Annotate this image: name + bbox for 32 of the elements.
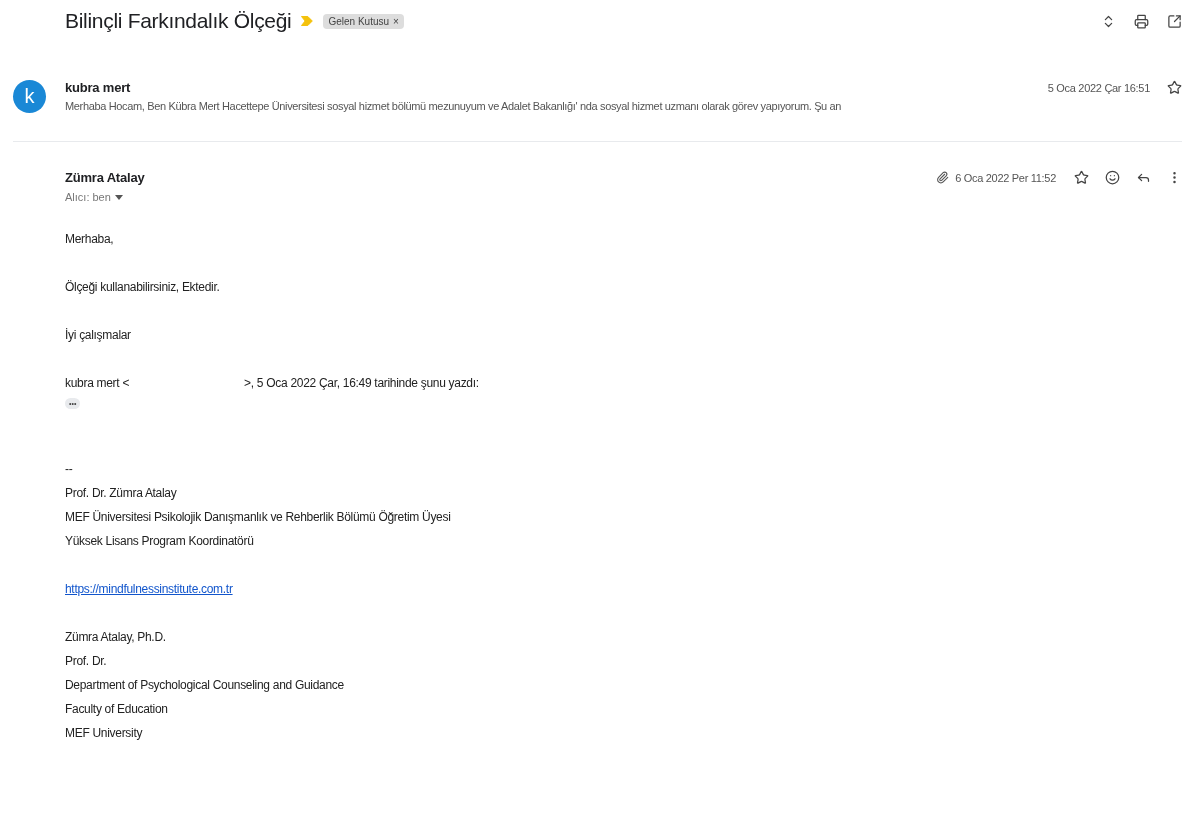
- message-snippet[interactable]: Merhaba Hocam, Ben Kübra Mert Hacettepe Üniversitesi sosyal hizmet bölümü mezunuyum ve Adalet Bakanlığı' nda sosyal hizmet uzmanı olarak görev yapıyorum. Şu an: [65, 100, 1182, 112]
- dropdown-caret-icon: [114, 194, 123, 200]
- message-date: 6 Oca 2022 Per 11:52: [955, 171, 1056, 184]
- email-subject: Bilinçli Farkındalık Ölçeği: [65, 9, 292, 33]
- body-text-line: Yüksek Lisans Program Koordinatörü: [65, 533, 255, 550]
- star-icon[interactable]: [1167, 80, 1182, 95]
- body-text-line: Department of Psychological Counseling and Guidance: [65, 677, 345, 694]
- sender-avatar: k: [13, 80, 46, 113]
- sender-name: kubra mert: [65, 80, 131, 95]
- remove-label-button[interactable]: ×: [393, 15, 399, 27]
- recipient-dropdown[interactable]: Alıcı: ben: [65, 191, 123, 203]
- quote-header-text: >, 5 Oca 2022 Çar, 16:49 tarihinde şunu yazdı:: [244, 375, 479, 392]
- body-text-line: İyi çalışmalar: [65, 327, 132, 344]
- body-text-line: MEF Üniversitesi Psikolojik Danışmanlık ve Rehberlik Bölümü Öğretim Üyesi: [65, 509, 452, 526]
- print-icon[interactable]: [1134, 13, 1149, 29]
- quote-header-text: kubra mert <: [65, 375, 130, 392]
- body-text-line: Prof. Dr. Zümra Atalay: [65, 485, 178, 502]
- open-in-new-window-icon[interactable]: [1167, 13, 1182, 29]
- importance-marker-icon[interactable]: [301, 16, 314, 26]
- emoji-reaction-icon[interactable]: [1105, 170, 1120, 185]
- body-text-line: Ölçeği kullanabilirsiniz, Ektedir.: [65, 279, 221, 296]
- sender-name: Zümra Atalay: [65, 170, 145, 185]
- body-text-line: --: [65, 461, 74, 478]
- label-text: Gelen Kutusu: [328, 15, 390, 27]
- body-text-line: Merhaba,: [65, 231, 115, 248]
- body-text-line: MEF University: [65, 725, 144, 742]
- body-text-line: Faculty of Education: [65, 701, 169, 718]
- star-icon[interactable]: [1074, 170, 1089, 185]
- message-date: 5 Oca 2022 Çar 16:51: [1047, 81, 1150, 94]
- body-text-line: Zümra Atalay, Ph.D.: [65, 629, 167, 646]
- website-link[interactable]: https://mindfulnessinstitute.com.tr: [65, 582, 233, 596]
- body-text-line: Prof. Dr.: [65, 653, 108, 670]
